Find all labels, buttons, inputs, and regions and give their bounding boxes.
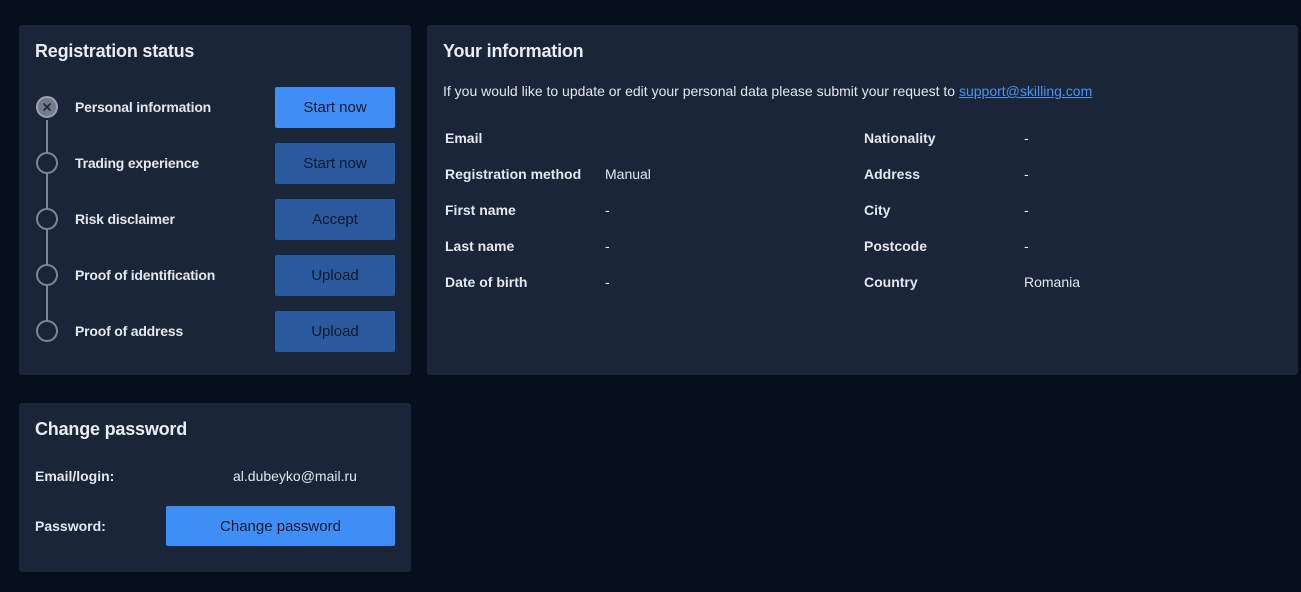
- country-value: Romania: [1024, 274, 1081, 290]
- step-label: Trading experience: [75, 155, 200, 171]
- country-label: Country: [864, 274, 918, 290]
- upload-address-button[interactable]: Upload: [275, 311, 395, 352]
- password-label: Password:: [35, 518, 106, 534]
- step-status-circle: [36, 320, 58, 342]
- city-value: -: [1024, 202, 1029, 218]
- date-of-birth-value: -: [605, 274, 610, 290]
- step-personal-information: Personal information Start now: [19, 87, 411, 128]
- change-password-button[interactable]: Change password: [166, 506, 395, 546]
- last-name-label: Last name: [445, 238, 515, 254]
- step-status-circle: [36, 264, 58, 286]
- step-trading-experience: Trading experience Start now: [19, 143, 411, 184]
- address-value: -: [1024, 166, 1029, 182]
- start-trading-experience-button[interactable]: Start now: [275, 143, 395, 184]
- postcode-value: -: [1024, 238, 1029, 254]
- step-label: Personal information: [75, 99, 212, 115]
- change-password-card: Change password Email/login: al.dubeyko@…: [19, 403, 411, 572]
- email-label: Email: [445, 130, 483, 146]
- step-status-circle: [36, 152, 58, 174]
- postcode-label: Postcode: [864, 238, 928, 254]
- step-label: Risk disclaimer: [75, 211, 175, 227]
- first-name-value: -: [605, 202, 610, 218]
- last-name-value: -: [605, 238, 610, 254]
- registration-method-label: Registration method: [445, 166, 582, 182]
- registration-status-title: Registration status: [35, 41, 195, 61]
- your-information-card: Your information If you would like to up…: [427, 25, 1298, 375]
- first-name-label: First name: [445, 202, 516, 218]
- step-risk-disclaimer: Risk disclaimer Accept: [19, 199, 411, 240]
- your-information-title: Your information: [443, 41, 584, 61]
- nationality-label: Nationality: [864, 130, 936, 146]
- registration-method-value: Manual: [605, 166, 651, 182]
- address-label: Address: [864, 166, 921, 182]
- date-of-birth-label: Date of birth: [445, 274, 528, 290]
- start-personal-information-button[interactable]: Start now: [275, 87, 395, 128]
- city-label: City: [864, 202, 891, 218]
- nationality-value: -: [1024, 130, 1029, 146]
- email-login-value: al.dubeyko@mail.ru: [233, 468, 357, 484]
- info-note-text: If you would like to update or edit your…: [443, 83, 956, 99]
- step-status-circle: [36, 208, 58, 230]
- step-label: Proof of address: [75, 323, 184, 339]
- change-password-title: Change password: [35, 419, 188, 439]
- upload-identification-button[interactable]: Upload: [275, 255, 395, 296]
- info-note: If you would like to update or edit your…: [443, 83, 1092, 99]
- support-email-link[interactable]: support@skilling.com: [959, 83, 1092, 99]
- registration-status-card: Registration status Personal information…: [19, 25, 411, 375]
- step-status-circle: [36, 96, 58, 118]
- step-proof-of-identification: Proof of identification Upload: [19, 255, 411, 296]
- email-login-label: Email/login:: [35, 468, 115, 484]
- step-proof-of-address: Proof of address Upload: [19, 311, 411, 352]
- close-icon: [43, 103, 51, 111]
- accept-risk-disclaimer-button[interactable]: Accept: [275, 199, 395, 240]
- step-label: Proof of identification: [75, 267, 216, 283]
